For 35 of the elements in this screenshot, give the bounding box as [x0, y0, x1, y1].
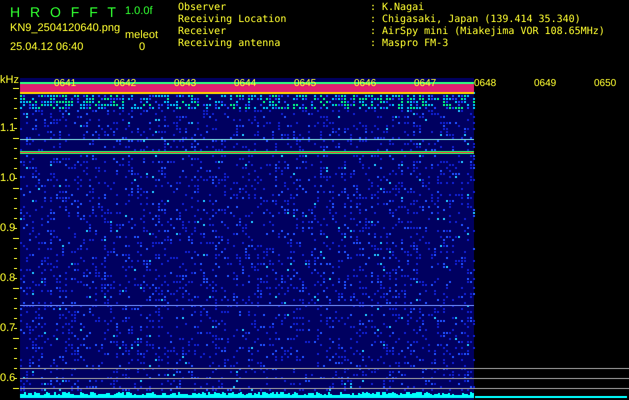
time-label: 0643: [174, 78, 196, 90]
axis-label: 1.1: [0, 122, 16, 134]
mode-label: meleot: [125, 28, 158, 42]
count-text: 0: [139, 40, 146, 55]
info-colon: :: [370, 38, 378, 50]
info-label: Receiver: [178, 26, 228, 38]
axis-label: 0.7: [0, 322, 16, 334]
time-label: 0644: [234, 78, 256, 90]
filename-text: KN9_2504120640.png: [10, 21, 120, 36]
time-label: 0650: [594, 78, 616, 90]
info-label: Receiving Location: [178, 14, 288, 26]
app-title: H R O F F T: [10, 3, 119, 22]
info-value: Chigasaki, Japan (139.414 35.340): [382, 14, 581, 26]
time-label: 0645: [294, 78, 316, 90]
info-value: K.Nagai: [382, 2, 424, 14]
info-colon: :: [370, 2, 378, 14]
info-colon: :: [370, 26, 378, 38]
version-text: 1.0.0f: [125, 4, 153, 19]
info-value: AirSpy mini (Miakejima VOR 108.65MHz): [382, 26, 605, 38]
time-label: 0646: [354, 78, 376, 90]
time-label: 0648: [474, 78, 496, 90]
info-label: Observer: [178, 2, 228, 14]
unit-label: kHz: [0, 73, 19, 88]
info-colon: :: [370, 14, 378, 26]
axis-label: 1.0: [0, 172, 16, 184]
info-value: Maspro FM-3: [382, 38, 448, 50]
time-label: 0647: [414, 78, 436, 90]
axis-label: 0.8: [0, 272, 16, 284]
axis-label: 0.9: [0, 222, 16, 234]
time-label: 0649: [534, 78, 556, 90]
time-label: 0642: [114, 78, 136, 90]
time-label: 0641: [54, 78, 76, 90]
axis-label: 0.6: [0, 372, 16, 384]
info-label: Receiving antenna: [178, 38, 282, 50]
datetime-text: 25.04.12 06:40: [10, 40, 84, 55]
